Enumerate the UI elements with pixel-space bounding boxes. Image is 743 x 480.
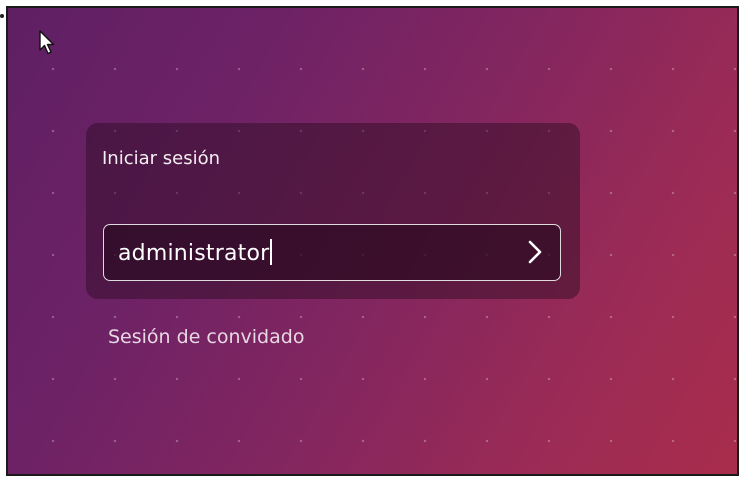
chevron-right-icon[interactable] [520,236,550,268]
login-panel: Iniciar sesión administrator [86,123,580,299]
guest-session-link[interactable]: Sesión de convidado [108,326,304,348]
frame-corner-mark [0,14,4,18]
login-title: Iniciar sesión [102,148,221,169]
username-input[interactable]: administrator [103,224,561,281]
login-screen: Iniciar sesión administrator Sesión de c… [6,6,739,476]
mouse-pointer-icon [39,30,55,55]
text-caret [270,239,272,265]
username-value: administrator [118,239,272,266]
